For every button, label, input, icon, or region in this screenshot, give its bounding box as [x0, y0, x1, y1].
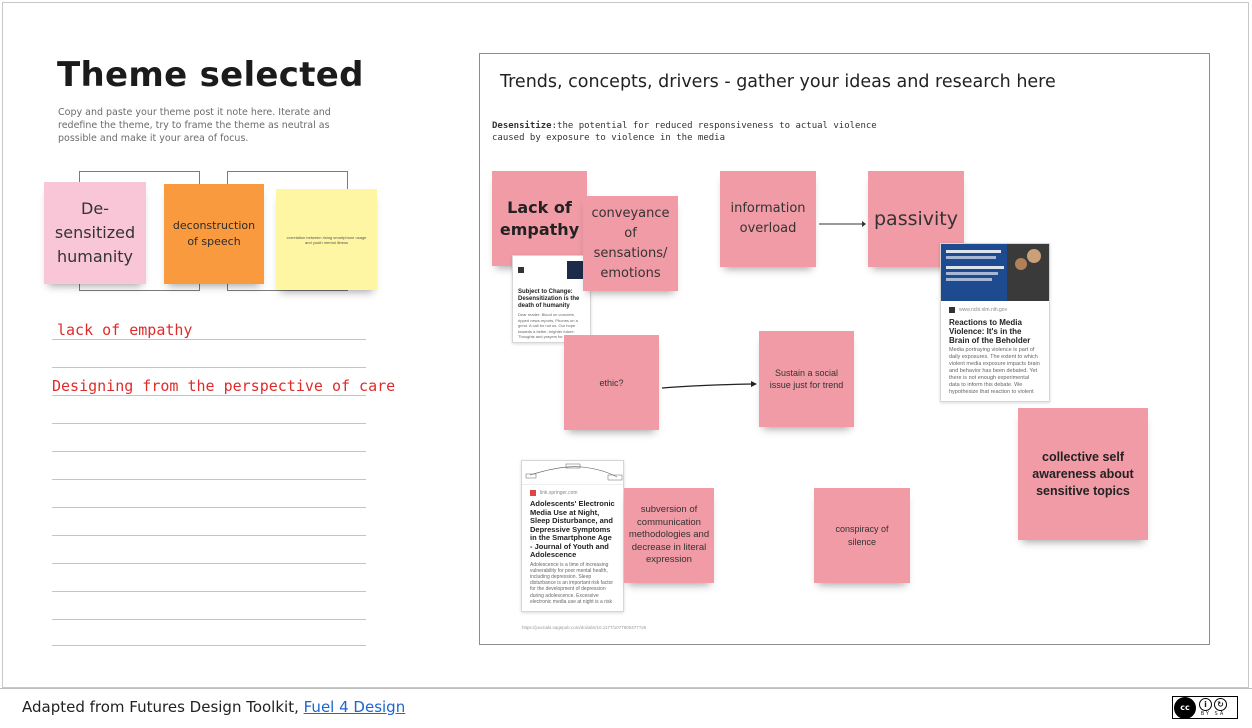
board-sticky-conveyance[interactable]: conveyance of sensations/ emotions: [583, 196, 678, 291]
footer-text: Adapted from Futures Design Toolkit, Fue…: [22, 698, 405, 716]
sticky-label: ethic?: [599, 377, 624, 388]
card-body: Adolescence is a time of increasing vuln…: [530, 561, 614, 604]
note-line: [52, 423, 366, 424]
card-source-row: www.ncbi.nlm.nih.gov: [941, 301, 1049, 313]
note-line: [52, 563, 366, 564]
card-title: Adolescents' Electronic Media Use at Nig…: [530, 499, 615, 559]
card-logo-icon: [518, 267, 524, 273]
page-title: Theme selected: [57, 55, 364, 95]
theme-sticky-desensitized[interactable]: De-sensitized humanity: [44, 182, 146, 284]
arrow-line: [661, 383, 753, 389]
link-card-media-violence[interactable]: www.ncbi.nlm.nih.gov Reactions to Media …: [940, 243, 1050, 402]
note-line: [52, 367, 366, 368]
board-sticky-information-overload[interactable]: information overload: [720, 171, 816, 267]
small-link[interactable]: https://journals.sagepub.com/doi/abs/10.…: [522, 625, 646, 630]
fuel4design-link[interactable]: Fuel 4 Design: [304, 698, 406, 716]
card-body: Media portraying violence is part of dai…: [949, 347, 1040, 395]
definition-term: Desensitize: [492, 121, 552, 131]
card-source: link.springer.com: [540, 490, 578, 496]
link-card-desensitization[interactable]: Subject to Change: Desensitization is th…: [512, 255, 591, 343]
board-sticky-conspiracy[interactable]: conspiracy of silence: [814, 488, 910, 583]
arrow-head: [751, 381, 757, 387]
note-line: [52, 451, 366, 452]
card-source-row: link.springer.com: [522, 485, 623, 496]
sticky-label: De-sensitized humanity: [54, 199, 136, 266]
board-sticky-collective-awareness[interactable]: collective self awareness about sensitiv…: [1018, 408, 1148, 540]
attribution-icon: i: [1199, 698, 1212, 711]
board-title: Trends, concepts, drivers - gather your …: [500, 72, 1056, 92]
note-line: [52, 591, 366, 592]
card-header: [518, 261, 585, 279]
card-title: Reactions to Media Violence: It's in the…: [949, 318, 1031, 345]
sticky-label: subversion of communication methodologie…: [628, 504, 710, 566]
note-line: [52, 395, 366, 396]
note-text[interactable]: Designing from the perspective of care: [52, 377, 395, 395]
note-line: [52, 507, 366, 508]
cc-icon: cc: [1174, 696, 1196, 719]
page-subtitle: Copy and paste your theme post it note h…: [58, 107, 331, 144]
note-line: [52, 645, 366, 646]
sticky-label: Lack of empathy: [499, 197, 580, 239]
theme-sticky-deconstruction[interactable]: deconstruction of speech: [164, 184, 264, 284]
note-line: [52, 619, 366, 620]
arrow-head: [862, 221, 866, 227]
sticky-label: information overload: [730, 201, 806, 236]
arrow-connector: [819, 221, 866, 227]
sticky-label: conspiracy of silence: [835, 523, 889, 547]
note-text[interactable]: lack of empathy: [57, 321, 192, 339]
theme-sticky-correlation[interactable]: correlation between rising smartphone us…: [276, 189, 377, 290]
sticky-label: collective self awareness about sensitiv…: [1032, 449, 1134, 498]
definition-text: Desensitize:the potential for reduced re…: [492, 120, 892, 144]
board-sticky-lack-of-empathy[interactable]: Lack of empathy: [492, 171, 587, 266]
share-alike-icon: ↻: [1214, 698, 1227, 711]
sticky-label: conveyance of sensations/ emotions: [591, 205, 670, 281]
note-line: [52, 339, 366, 340]
footer-attribution: Adapted from Futures Design Toolkit,: [22, 698, 304, 716]
diagram-thumbnail: [525, 463, 623, 481]
sticky-label: correlation between rising smartphone us…: [286, 234, 367, 245]
sticky-label: passivity: [874, 208, 958, 230]
note-line: [52, 479, 366, 480]
license-labels: BY SA: [1200, 711, 1226, 717]
board-sticky-sustain-social-issue[interactable]: Sustain a social issue just for trend: [759, 331, 854, 427]
sticky-label: deconstruction of speech: [172, 219, 256, 248]
note-line: [52, 535, 366, 536]
link-card-adolescents[interactable]: link.springer.com Adolescents' Electroni…: [521, 460, 624, 612]
card-image: [941, 244, 1049, 301]
sticky-label: Sustain a social issue just for trend: [769, 368, 844, 390]
board-sticky-subversion[interactable]: subversion of communication methodologie…: [624, 488, 714, 583]
arrow-connector: [661, 381, 757, 389]
license-icons: i ↻ BY SA: [1199, 698, 1227, 717]
card-title: Subject to Change: Desensitization is th…: [518, 289, 580, 309]
card-source: www.ncbi.nlm.nih.gov: [959, 307, 1008, 313]
card-image: [522, 461, 623, 485]
cc-license-badge[interactable]: cc i ↻ BY SA: [1172, 696, 1238, 719]
source-icon: [530, 490, 536, 496]
source-icon: [949, 307, 955, 313]
board-sticky-ethic[interactable]: ethic?: [564, 335, 659, 430]
